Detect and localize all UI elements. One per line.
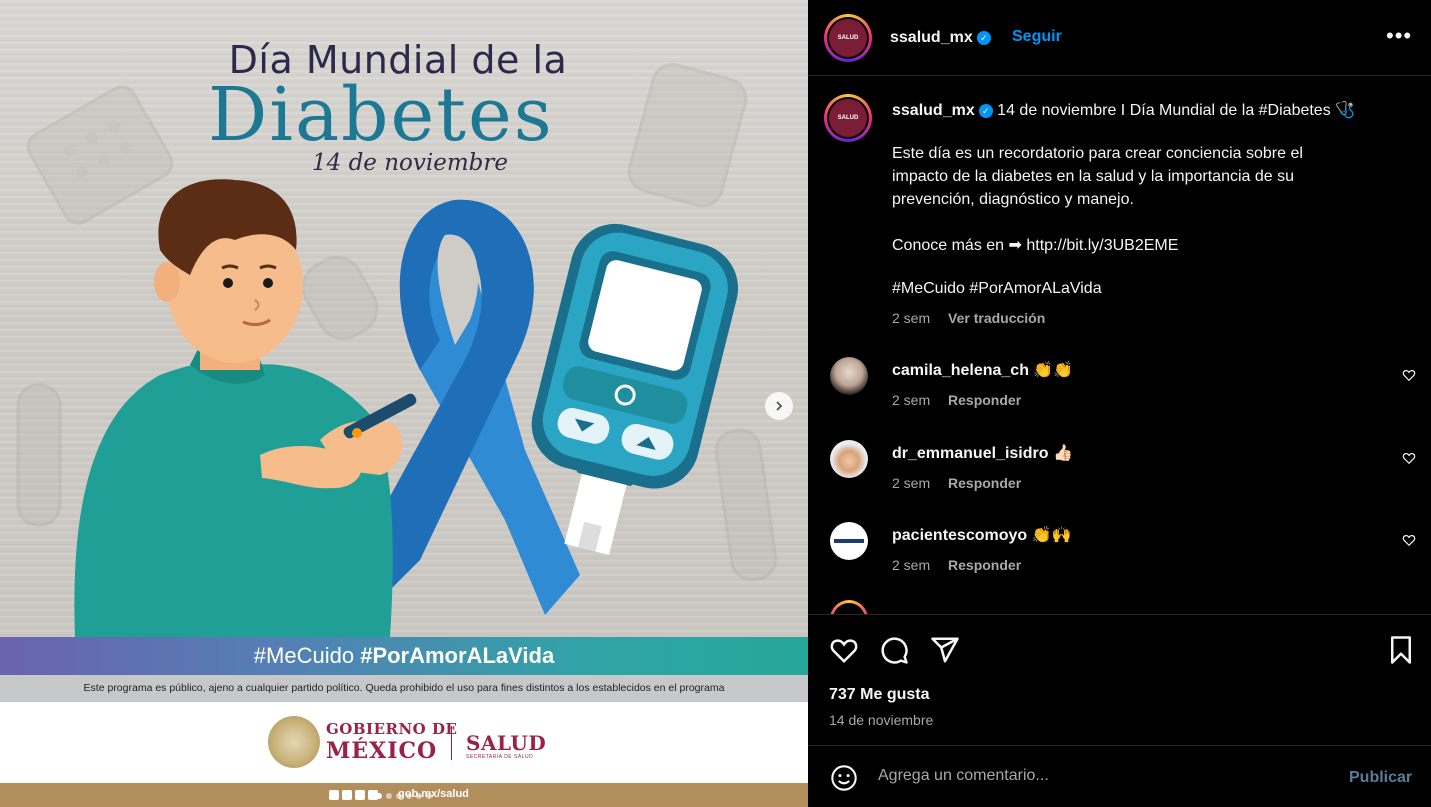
caption-hashtags[interactable]: #MeCuido #PorAmorALaVida — [892, 280, 1102, 298]
caption-avatar[interactable]: SALUD — [824, 94, 872, 142]
post-date-line: 14 de noviembre — [312, 150, 508, 176]
caption-link-line[interactable]: Conoce más en ➡ http://bit.ly/3UB2EME — [892, 235, 1178, 255]
comment-input[interactable] — [878, 767, 1328, 785]
disclaimer-text: Este programa es público, ajeno a cualqu… — [0, 675, 808, 702]
bookmark-icon[interactable] — [1386, 635, 1416, 665]
comment-username[interactable]: pacientescomoyo — [892, 527, 1027, 544]
comment: dr_emmanuel_isidro 👍🏻 — [892, 443, 1073, 463]
carousel-dot[interactable] — [406, 793, 412, 799]
comment-username[interactable]: dr_emmanuel_isidro — [892, 445, 1049, 462]
post-image: Día Mundial de la Diabetes 14 de noviemb… — [0, 0, 808, 807]
follow-button[interactable]: Seguir — [1012, 28, 1062, 46]
hashtag-regular: #MeCuido — [253, 643, 355, 668]
hashtag-bold: #PorAmorALaVida — [360, 643, 555, 668]
post-side-panel: SALUD ssalud_mx ✓ Seguir ••• SALUD ssalud… — [808, 0, 1431, 807]
verified-badge-icon: ✓ — [976, 31, 991, 45]
reply-button[interactable]: Responder — [948, 392, 1021, 408]
reply-button[interactable]: Responder — [948, 475, 1021, 491]
verified-badge-icon: ✓ — [978, 104, 993, 118]
carousel-dot[interactable] — [396, 793, 402, 799]
commenter-avatar[interactable] — [830, 440, 868, 478]
share-icon[interactable] — [930, 635, 960, 665]
see-translation-button[interactable]: Ver traducción — [948, 310, 1045, 326]
comment-text: 👏👏 — [1033, 362, 1074, 379]
more-horizontal-icon[interactable]: ••• — [1386, 25, 1412, 47]
profile-avatar[interactable]: SALUD — [824, 14, 872, 62]
carousel-dot[interactable] — [386, 793, 392, 799]
comment-meta: 2 sem Responder — [892, 557, 1022, 573]
caption-meta: 2 sem Ver traducción — [892, 310, 1045, 326]
comment-composer: Publicar — [808, 745, 1431, 807]
post-title-diabetes: Diabetes — [208, 72, 554, 158]
caption-first-line: ssalud_mx ✓ 14 de noviembre I Día Mundial… — [892, 102, 1356, 119]
reply-button[interactable]: Responder — [948, 557, 1021, 573]
heart-icon[interactable] — [1402, 533, 1416, 547]
commenter-avatar[interactable] — [830, 357, 868, 395]
gov-divider — [451, 726, 452, 760]
comment: camila_helena_ch 👏👏 — [892, 360, 1073, 380]
publish-button[interactable]: Publicar — [1349, 769, 1412, 787]
comment: pacientescomoyo 👏🙌 — [892, 525, 1071, 545]
salud-subtitle: SECRETARÍA DE SALUD — [466, 754, 534, 760]
salud-logo-icon: SALUD — [829, 99, 867, 137]
comment-icon[interactable] — [879, 635, 909, 665]
gov-name: GOBIERNO DE MÉXICO — [326, 720, 458, 764]
emoji-icon[interactable] — [830, 764, 858, 792]
post-date[interactable]: 14 de noviembre — [829, 712, 933, 728]
chevron-right-icon — [776, 401, 783, 411]
caption-username[interactable]: ssalud_mx — [892, 102, 975, 119]
caption-body-line: impacto de la diabetes en la salud y la … — [892, 168, 1295, 185]
carousel-dot[interactable] — [376, 793, 382, 799]
comment-meta: 2 sem Responder — [892, 475, 1022, 491]
carousel-dot[interactable] — [426, 793, 432, 799]
hashtag-band: #MeCuido #PorAmorALaVida — [0, 637, 808, 675]
comment-meta: 2 sem Responder — [892, 392, 1022, 408]
salud-logo-text: SALUD — [466, 731, 547, 755]
carousel-dot[interactable] — [416, 793, 422, 799]
post-header: SALUD ssalud_mx ✓ Seguir ••• — [808, 0, 1431, 76]
salud-logo-icon: SALUD — [829, 19, 867, 57]
carousel-next-button[interactable] — [765, 392, 793, 420]
post-actions: 737 Me gusta 14 de noviembre — [808, 614, 1431, 745]
carousel-dots — [0, 786, 808, 804]
mexico-seal-icon — [268, 716, 320, 768]
heart-icon[interactable] — [1402, 451, 1416, 465]
caption-time: 2 sem — [892, 310, 931, 326]
caption-body-line: Este día es un recordatorio para crear c… — [892, 145, 1303, 162]
heart-icon[interactable] — [1402, 368, 1416, 382]
header-username[interactable]: ssalud_mx ✓ — [890, 29, 991, 47]
comment-text: 👏🙌 — [1031, 527, 1072, 544]
comment-text: 👍🏻 — [1052, 445, 1073, 462]
likes-count[interactable]: 737 Me gusta — [829, 686, 929, 704]
commenter-avatar[interactable] — [830, 522, 868, 560]
comment-username[interactable]: camila_helena_ch — [892, 362, 1029, 379]
heart-icon[interactable] — [829, 635, 859, 665]
caption-body-line: prevención, diagnóstico y manejo. — [892, 191, 1134, 208]
